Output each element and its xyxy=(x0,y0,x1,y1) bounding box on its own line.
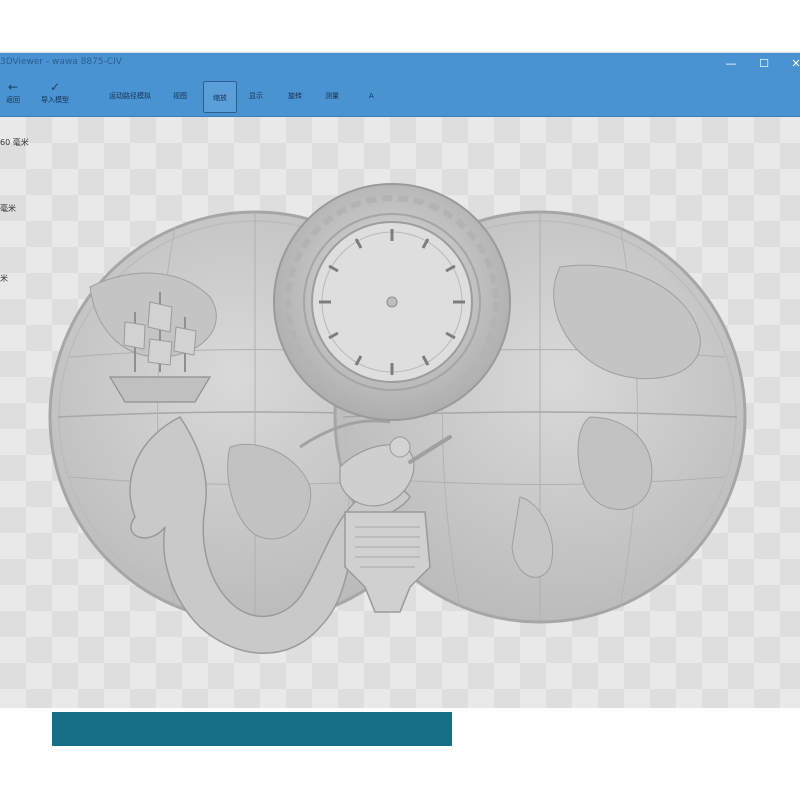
ribbon-toolbar: ← 返回 ✓ 导入模型 运动路径模拟 视图 缩放 显示 旋转 测量 A xyxy=(0,75,800,117)
back-button-label: 返回 xyxy=(6,96,20,104)
back-arrow-icon: ← xyxy=(7,80,19,94)
3d-viewport[interactable]: 60 毫米 毫米 米 xyxy=(0,117,800,708)
tool-rotate[interactable]: 旋转 xyxy=(285,89,305,103)
window-title: 3DViewer - wawa 8875-CIV xyxy=(0,57,122,67)
maximize-button[interactable]: ☐ xyxy=(755,55,773,73)
minimize-button[interactable]: — xyxy=(722,55,740,73)
page: 3DViewer - wawa 8875-CIV — ☐ ✕ ← 返回 ✓ 导入… xyxy=(0,0,800,800)
tool-zoom[interactable]: 缩放 xyxy=(203,81,237,113)
title-bar[interactable]: 3DViewer - wawa 8875-CIV — ☐ ✕ xyxy=(0,53,800,75)
check-icon: ✓ xyxy=(49,80,61,94)
app-window: 3DViewer - wawa 8875-CIV — ☐ ✕ ← 返回 ✓ 导入… xyxy=(0,52,800,708)
close-button[interactable]: ✕ xyxy=(787,55,800,73)
relief-model xyxy=(48,183,747,654)
tool-display[interactable]: 显示 xyxy=(246,89,266,103)
import-model-button[interactable]: ✓ 导入模型 xyxy=(38,79,72,113)
bottom-bar xyxy=(52,712,452,746)
tool-view[interactable]: 视图 xyxy=(170,89,190,103)
tool-motion-path[interactable]: 运动路径模拟 xyxy=(106,89,154,103)
tool-text[interactable]: A xyxy=(366,89,377,103)
back-button[interactable]: ← 返回 xyxy=(2,79,24,113)
import-model-label: 导入模型 xyxy=(41,96,69,104)
clock-face xyxy=(311,221,473,383)
cartouche xyxy=(344,511,431,613)
tool-measure[interactable]: 测量 xyxy=(322,89,342,103)
